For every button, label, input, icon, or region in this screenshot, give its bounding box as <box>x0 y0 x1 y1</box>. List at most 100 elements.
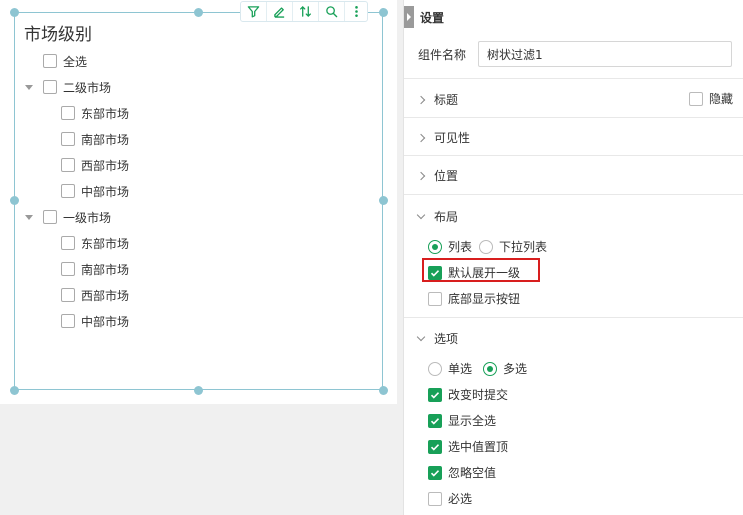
tree-item[interactable]: 中部市场 <box>61 182 129 200</box>
divider <box>404 78 743 79</box>
tree-item[interactable]: 中部市场 <box>61 312 129 330</box>
checkbox[interactable] <box>61 236 75 250</box>
single-select-radio[interactable]: 单选 <box>428 360 472 377</box>
option-label: 列表 <box>448 240 473 254</box>
hide-title-option[interactable]: 隐藏 <box>689 90 733 107</box>
checkbox-checked[interactable] <box>428 439 442 454</box>
radio[interactable] <box>479 239 493 254</box>
multi-select-radio[interactable]: 多选 <box>483 360 527 377</box>
radio-selected[interactable] <box>483 361 497 376</box>
section-label: 选项 <box>434 332 459 346</box>
tree-item[interactable]: 东部市场 <box>61 104 129 122</box>
checkbox-checked[interactable] <box>428 465 442 480</box>
checkbox[interactable] <box>61 158 75 172</box>
checkbox[interactable] <box>61 262 75 276</box>
checkbox[interactable] <box>43 54 57 68</box>
option-label: 选中值置顶 <box>448 440 509 454</box>
checkbox-checked[interactable] <box>428 413 442 428</box>
tree-item[interactable]: 东部市场 <box>61 234 129 252</box>
chevron-right-icon <box>416 133 426 142</box>
section-label: 位置 <box>434 169 459 183</box>
show-select-all-option[interactable]: 显示全选 <box>428 412 496 429</box>
option-label: 底部显示按钮 <box>448 292 521 306</box>
checkbox[interactable] <box>61 132 75 146</box>
checkbox[interactable] <box>689 91 703 106</box>
tree-group-first-tier[interactable]: 一级市场 <box>25 208 111 226</box>
bottom-buttons-option[interactable]: 底部显示按钮 <box>428 290 520 307</box>
more-icon[interactable] <box>345 2 367 21</box>
checkbox[interactable] <box>61 106 75 120</box>
option-label: 必选 <box>448 492 473 506</box>
check-icon <box>430 443 440 451</box>
chevron-right-icon <box>416 95 426 104</box>
resize-handle-tl[interactable] <box>10 8 19 17</box>
resize-handle-mr[interactable] <box>379 196 388 205</box>
resize-handle-bm[interactable] <box>194 386 203 395</box>
chevron-right-icon <box>407 13 411 21</box>
checkbox[interactable] <box>43 210 57 224</box>
divider <box>404 155 743 156</box>
selected-on-top-option[interactable]: 选中值置顶 <box>428 438 508 455</box>
filter-icon[interactable] <box>241 2 267 21</box>
component-name-label: 组件名称 <box>418 47 467 62</box>
sort-icon[interactable] <box>293 2 319 21</box>
expand-first-level-option[interactable]: 默认展开一级 <box>428 264 520 281</box>
layout-dropdown-radio[interactable]: 下拉列表 <box>479 238 547 255</box>
section-label: 可见性 <box>434 131 471 145</box>
option-label: 改变时提交 <box>448 388 509 402</box>
component-name-input[interactable] <box>478 41 732 67</box>
tree-item-select-all[interactable]: 全选 <box>43 52 87 70</box>
divider <box>404 317 743 318</box>
checkbox-checked[interactable] <box>428 265 442 280</box>
resize-handle-tr[interactable] <box>379 8 388 17</box>
checkbox-checked[interactable] <box>428 387 442 402</box>
tree-item[interactable]: 西部市场 <box>61 286 129 304</box>
resize-handle-tm[interactable] <box>194 8 203 17</box>
section-options-header[interactable]: 选项 <box>416 330 459 347</box>
tree-group-second-tier[interactable]: 二级市场 <box>25 78 111 96</box>
section-layout-header[interactable]: 布局 <box>416 208 458 225</box>
option-label: 单选 <box>448 362 473 376</box>
caret-down-icon[interactable] <box>25 84 33 90</box>
checkbox[interactable] <box>428 291 442 306</box>
checkbox[interactable] <box>61 288 75 302</box>
option-label: 默认展开一级 <box>448 266 521 280</box>
required-option[interactable]: 必选 <box>428 490 472 507</box>
search-icon[interactable] <box>319 2 345 21</box>
checkbox[interactable] <box>61 184 75 198</box>
section-position-header[interactable]: 位置 <box>416 167 459 184</box>
resize-handle-bl[interactable] <box>10 386 19 395</box>
option-label: 下拉列表 <box>499 240 548 254</box>
edit-icon[interactable] <box>267 2 293 21</box>
resize-handle-br[interactable] <box>379 386 388 395</box>
tree-item[interactable]: 南部市场 <box>61 130 129 148</box>
collapse-panel-button[interactable] <box>404 6 414 28</box>
submit-on-change-option[interactable]: 改变时提交 <box>428 386 508 403</box>
radio[interactable] <box>428 361 442 376</box>
tree-item-label: 中部市场 <box>81 314 130 329</box>
option-label: 隐藏 <box>709 92 734 106</box>
check-icon <box>430 417 440 425</box>
chevron-down-icon <box>416 332 426 341</box>
checkbox[interactable] <box>428 491 442 506</box>
section-visibility-header[interactable]: 可见性 <box>416 129 471 146</box>
tree-item[interactable]: 西部市场 <box>61 156 129 174</box>
option-label: 多选 <box>503 362 528 376</box>
ignore-null-option[interactable]: 忽略空值 <box>428 464 496 481</box>
checkbox[interactable] <box>43 80 57 94</box>
tree-item[interactable]: 南部市场 <box>61 260 129 278</box>
tree-item-label: 东部市场 <box>81 236 130 251</box>
resize-handle-ml[interactable] <box>10 196 19 205</box>
chevron-down-icon <box>416 210 426 219</box>
tree-item-label: 西部市场 <box>81 288 130 303</box>
layout-list-radio[interactable]: 列表 <box>428 238 472 255</box>
checkbox[interactable] <box>61 314 75 328</box>
tree-item-label: 全选 <box>63 54 88 69</box>
widget-toolbar <box>240 1 368 22</box>
section-title-header[interactable]: 标题 <box>416 91 458 108</box>
tree-item-label: 南部市场 <box>81 132 130 147</box>
chevron-right-icon <box>416 171 426 180</box>
caret-down-icon[interactable] <box>25 214 33 220</box>
radio-selected[interactable] <box>428 239 442 254</box>
tree-item-label: 二级市场 <box>63 80 112 95</box>
